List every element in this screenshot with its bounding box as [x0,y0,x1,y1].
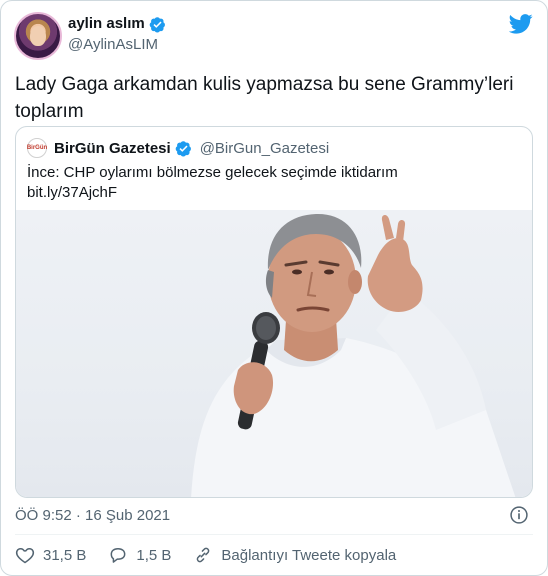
tweet-actions: 31,5 B 1,5 B Bağlantıyı Tweete kopyala [15,545,396,565]
tweet-card: aylin aslım @AylinAsLIM Lady Gaga arkamd… [0,0,548,576]
tweet-text: Lady Gaga arkamdan kulis yapmazsa bu sen… [15,74,514,122]
quoted-text: İnce: CHP oylarımı bölmezse gelecek seçi… [27,163,517,203]
twitter-bird-icon[interactable] [509,14,533,34]
quoted-link[interactable]: bit.ly/37AjchF [27,183,517,203]
verified-badge-icon [175,140,191,156]
heart-icon [15,548,35,564]
author-handle[interactable]: @AylinAsLIM [68,36,166,55]
quoted-display-name: BirGün Gazetesi [54,139,171,157]
reply-button[interactable]: 1,5 B [108,545,171,565]
author-name-row: aylin aslım [68,15,166,34]
author-avatar[interactable] [14,12,62,60]
reply-count: 1,5 B [136,546,172,564]
reply-icon [110,548,126,563]
actions-divider [15,534,533,535]
quoted-tweet[interactable]: BirGün BirGün Gazetesi @BirGun_Gazetesi … [15,126,533,498]
quoted-avatar: BirGün [27,138,47,158]
speaker-photo-illustration [191,213,516,497]
tweet-timestamp[interactable]: ÖÖ 9:52 · 16 Şub 2021 [15,507,170,524]
quoted-header: BirGün BirGün Gazetesi @BirGun_Gazetesi [27,138,329,158]
like-count: 31,5 B [43,546,87,564]
link-icon [197,547,210,563]
like-button[interactable]: 31,5 B [15,545,86,565]
copy-link-button[interactable]: Bağlantıyı Tweete kopyala [193,545,396,565]
author-display-name[interactable]: aylin aslım [68,15,145,34]
quoted-photo[interactable] [16,210,532,497]
quoted-text-line: İnce: CHP oylarımı bölmezse gelecek seçi… [27,164,398,181]
copy-link-label: Bağlantıyı Tweete kopyala [221,546,397,564]
info-icon[interactable] [509,505,529,525]
quoted-avatar-logo: BirGün [26,145,48,151]
quoted-handle: @BirGun_Gazetesi [199,139,330,157]
verified-badge-icon [149,17,165,33]
author-info: aylin aslım @AylinAsLIM [68,15,166,55]
tweet-header: aylin aslım @AylinAsLIM [14,12,533,60]
